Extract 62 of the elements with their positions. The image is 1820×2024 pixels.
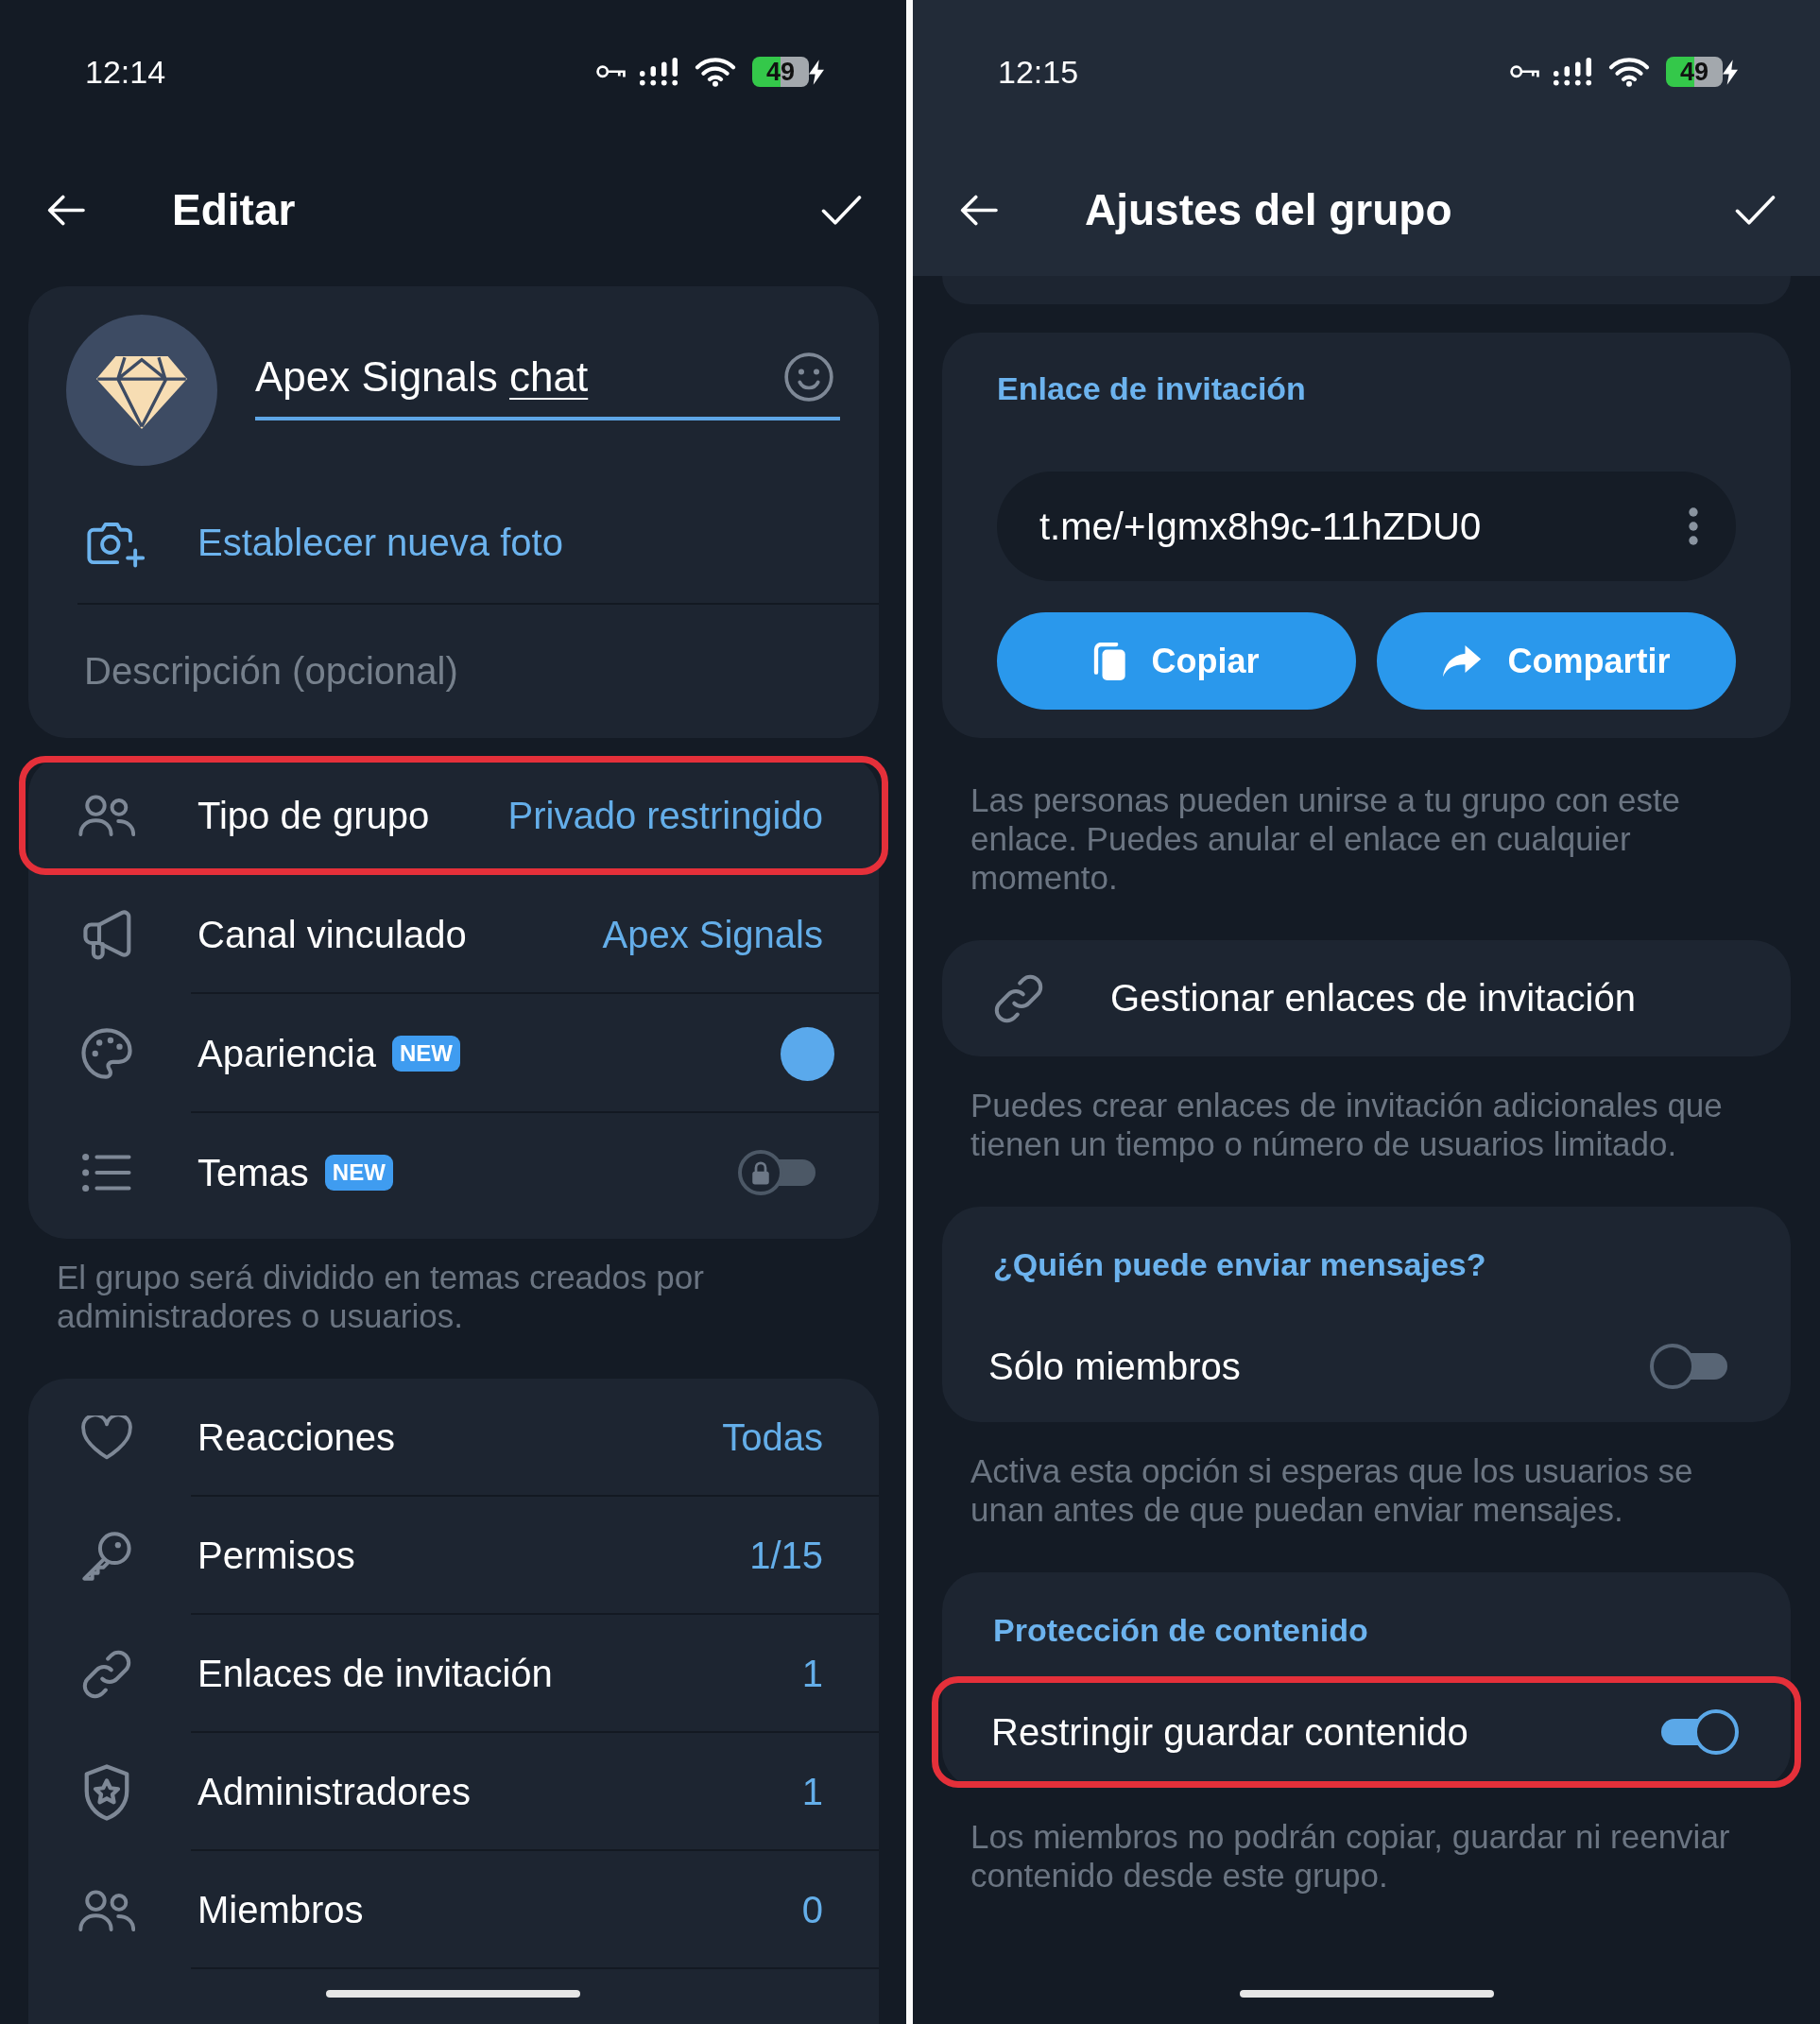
setting-label[interactable]: Reacciones [197,1416,395,1459]
shield-star-icon [83,1763,130,1821]
back-icon[interactable] [960,194,998,226]
signal-icon [640,58,678,86]
invite-link-field[interactable]: t.me/+Igmx8h9c-11hZDU0 [997,472,1736,581]
setting-value: 1/15 [749,1535,823,1577]
key-icon [1510,65,1539,78]
list-icon [82,1154,131,1192]
section-header: Protección de contenido [993,1611,1368,1650]
setting-value: 1 [801,1653,823,1695]
wifi-icon [695,57,736,87]
help-text: El grupo será dividido en temas creados por administradores o usuarios. [57,1258,705,1335]
more-options-icon[interactable] [1689,507,1698,545]
check-icon[interactable] [1735,194,1776,226]
set-photo-action[interactable]: Establecer nueva foto [197,521,563,564]
megaphone-icon [82,909,131,960]
new-badge: NEW [392,1036,460,1072]
link-icon [82,1649,131,1699]
help-text: Las personas pueden unirse a tu grupo con este enlace. Puedes anular el enlace en cualquier momento. [970,780,1682,897]
copy-icon [1093,642,1126,680]
group-name-field[interactable]: Apex Signals chat [255,351,840,420]
setting-value: Todas [722,1416,823,1459]
signal-icon [1554,58,1591,86]
new-badge: NEW [324,1155,393,1191]
people-icon [78,1889,135,1931]
setting-label[interactable]: Enlaces de invitación [197,1653,553,1695]
wifi-icon [1608,57,1650,87]
status-time: 12:15 [998,53,1079,91]
setting-value: 1 [801,1771,823,1813]
setting-label[interactable]: Apariencia [197,1032,376,1075]
screen-title: Ajustes del grupo [1085,184,1452,235]
setting-label[interactable]: Permisos [197,1535,355,1577]
key-icon [596,65,626,78]
section-header: Enlace de invitación [997,369,1306,408]
section-header: ¿Quién puede enviar mensajes? [993,1245,1486,1284]
screen-title: Editar [172,184,296,235]
back-icon[interactable] [47,194,85,226]
palette-icon [81,1028,132,1079]
setting-label[interactable]: Miembros [197,1889,364,1931]
help-text: Los miembros no podrán copiar, guardar ni reenviar contenido desde este grupo. [970,1817,1731,1895]
setting-label[interactable]: Gestionar enlaces de invitación [1110,977,1636,1020]
setting-value: Privado restringido [507,794,823,837]
people-icon [78,795,135,836]
help-text: Puedes crear enlaces de invitación adicionales que tienen un tiempo o número de usuarios limitado. [970,1086,1724,1163]
help-text: Activa esta opción si esperas que los usuarios se unan antes de que puedan enviar mensajes. [970,1451,1694,1529]
heart-icon [81,1415,132,1460]
check-icon[interactable] [821,194,862,226]
status-time: 12:14 [85,53,166,91]
setting-value: Apex Signals [602,913,823,956]
link-icon [994,973,1043,1023]
description-field[interactable]: Descripción (opcional) [28,605,879,738]
setting-value: 0 [801,1889,823,1931]
share-arrow-icon [1442,644,1483,678]
setting-label[interactable]: Canal vinculado [197,913,467,956]
setting-label[interactable]: Administradores [197,1771,471,1813]
diamond-icon [96,355,187,429]
setting-label[interactable]: Sólo miembros [988,1345,1241,1388]
setting-label[interactable]: Restringir guardar contenido [991,1710,1468,1754]
setting-label[interactable]: Tipo de grupo [197,794,430,837]
setting-label[interactable]: Temas [197,1151,309,1194]
key-icon [82,1531,131,1581]
emoji-icon[interactable] [784,352,833,402]
